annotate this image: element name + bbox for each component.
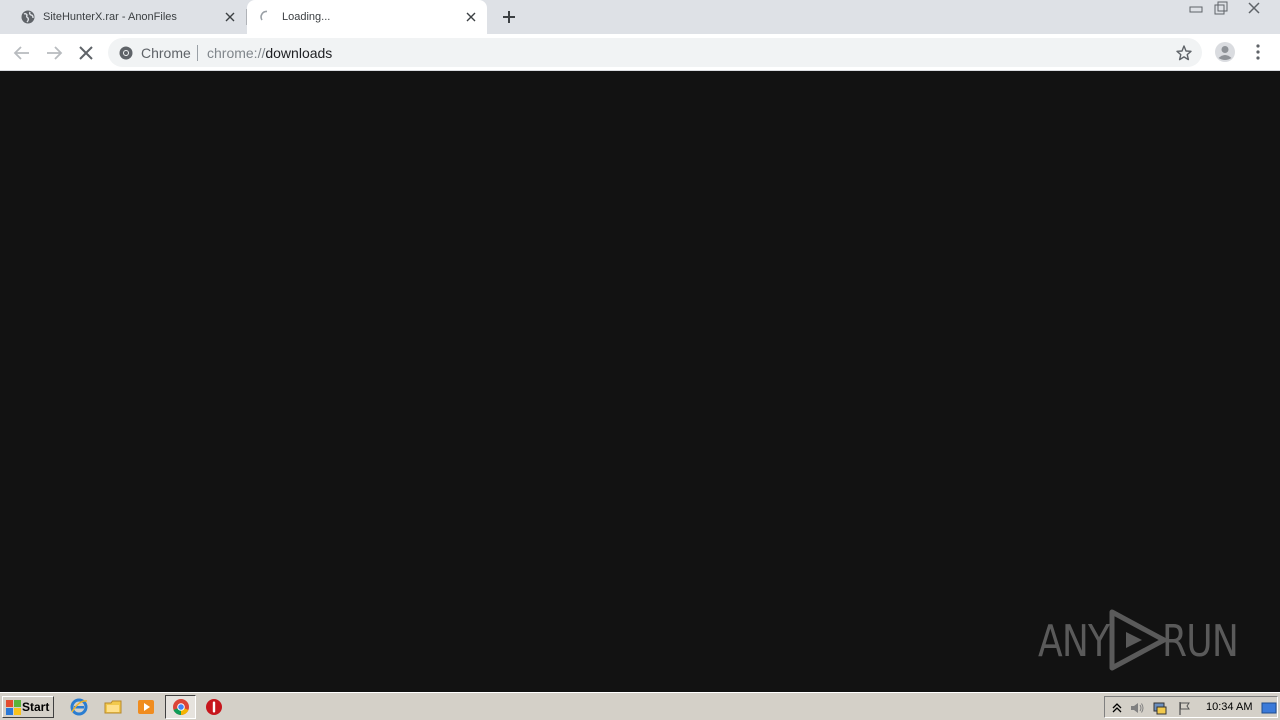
page-content — [0, 72, 1280, 692]
chrome-icon — [172, 698, 190, 716]
start-label: Start — [22, 700, 50, 714]
anyrun-watermark: ANY RUN — [1038, 608, 1239, 672]
toolbar: Chrome chrome://downloads — [0, 34, 1280, 71]
forward-arrow-icon[interactable] — [42, 41, 66, 65]
url-path: downloads — [265, 45, 333, 61]
omnibox[interactable]: Chrome chrome://downloads — [108, 38, 1202, 67]
back-arrow-icon[interactable] — [10, 41, 34, 65]
taskbar-chrome-button[interactable] — [165, 695, 196, 719]
speaker-icon[interactable] — [1129, 700, 1145, 716]
tab-title: SiteHunterX.rar - AnonFiles — [43, 11, 177, 23]
screen: SiteHunterX.rar - AnonFiles Loading... C… — [0, 0, 1280, 720]
profile-icon[interactable] — [1214, 41, 1236, 63]
close-icon[interactable] — [223, 10, 237, 24]
system-tray: 10:34 AM — [1104, 696, 1278, 718]
taskbar: Start 10:34 AM — [0, 692, 1280, 720]
globe-icon — [21, 10, 35, 24]
restore-icon[interactable] — [1208, 0, 1232, 18]
loading-spinner-icon — [260, 10, 274, 24]
close-icon[interactable] — [464, 10, 478, 24]
network-icon[interactable] — [1152, 700, 1168, 716]
stop-icon[interactable] — [74, 41, 98, 65]
chevron-up-icon[interactable] — [1109, 700, 1125, 716]
kebab-menu-icon[interactable] — [1250, 42, 1266, 62]
tab-anonfiles[interactable]: SiteHunterX.rar - AnonFiles — [8, 0, 246, 34]
stop-sign-icon[interactable] — [205, 698, 223, 716]
show-desktop-icon[interactable] — [1261, 700, 1277, 716]
close-window-icon[interactable] — [1242, 0, 1266, 18]
internet-explorer-icon[interactable] — [70, 698, 88, 716]
media-player-icon[interactable] — [137, 698, 155, 716]
clock: 10:34 AM — [1206, 701, 1253, 713]
star-icon[interactable] — [1175, 44, 1193, 62]
tab-title: Loading... — [282, 11, 331, 23]
windows-logo-icon — [6, 700, 21, 715]
plus-icon[interactable] — [499, 7, 519, 27]
watermark-right-text: RUN — [1162, 616, 1239, 667]
watermark-left-text: ANY — [1038, 616, 1110, 667]
chrome-logo-icon — [119, 46, 133, 60]
folder-icon[interactable] — [104, 698, 122, 716]
play-logo-icon — [1108, 608, 1170, 672]
tab-loading[interactable]: Loading... — [247, 0, 487, 34]
tab-strip: SiteHunterX.rar - AnonFiles Loading... — [0, 0, 1280, 34]
omnibox-separator — [197, 45, 198, 61]
url-text[interactable]: chrome://downloads — [207, 45, 332, 61]
site-label: Chrome — [141, 45, 191, 61]
minimize-icon[interactable] — [1184, 0, 1208, 18]
start-button[interactable]: Start — [2, 696, 54, 718]
flag-icon[interactable] — [1177, 700, 1193, 716]
url-scheme: chrome:// — [207, 45, 266, 61]
